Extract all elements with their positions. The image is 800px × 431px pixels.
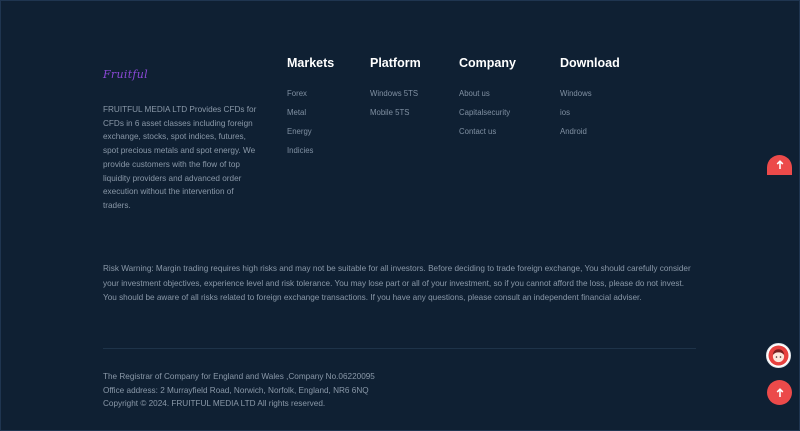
platform-link-mobile[interactable]: Mobile 5TS: [370, 103, 421, 122]
download-heading: Download: [560, 56, 620, 70]
registrar-text: The Registrar of Company for England and…: [103, 372, 375, 381]
customer-support-button[interactable]: [766, 343, 791, 368]
customer-support-avatar-icon: [768, 345, 789, 366]
company-heading: Company: [459, 56, 516, 70]
markets-link-indicies[interactable]: Indicies: [287, 141, 334, 160]
company-link-capitalsecurity[interactable]: Capitalsecurity: [459, 103, 516, 122]
company-column: Company About us Capitalsecurity Contact…: [459, 54, 516, 141]
scroll-top-button[interactable]: [767, 380, 792, 405]
brand-logo[interactable]: Fruitful: [103, 64, 263, 86]
markets-link-metal[interactable]: Metal: [287, 103, 334, 122]
platform-heading: Platform: [370, 56, 421, 70]
scroll-top-button-partial[interactable]: [767, 155, 792, 175]
markets-heading: Markets: [287, 56, 335, 70]
company-link-about[interactable]: About us: [459, 84, 516, 103]
company-link-contact[interactable]: Contact us: [459, 122, 516, 141]
legal-info: The Registrar of Company for England and…: [103, 370, 375, 411]
arrow-up-icon: [776, 387, 783, 397]
arrow-up-icon: [776, 160, 783, 169]
platform-link-windows[interactable]: Windows 5TS: [370, 84, 421, 103]
download-link-windows[interactable]: Windows: [560, 84, 620, 103]
footer-brand: Fruitful FRUITFUL MEDIA LTD Provides CFD…: [103, 64, 263, 213]
markets-column: Markets Forex Metal Energy Indicies: [287, 54, 334, 160]
download-column: Download Windows ios Android: [560, 54, 620, 141]
markets-link-forex[interactable]: Forex: [287, 84, 334, 103]
markets-link-energy[interactable]: Energy: [287, 122, 334, 141]
copyright-text: Copyright © 2024. FRUITFUL MEDIA LTD All…: [103, 399, 326, 408]
footer-divider: [103, 348, 696, 349]
risk-warning: Risk Warning: Margin trading requires hi…: [103, 264, 691, 302]
download-link-ios[interactable]: ios: [560, 103, 620, 122]
download-link-android[interactable]: Android: [560, 122, 620, 141]
brand-description: FRUITFUL MEDIA LTD Provides CFDs for CFD…: [103, 105, 257, 210]
platform-column: Platform Windows 5TS Mobile 5TS: [370, 54, 421, 122]
office-address: Office address: 2 Murrayfield Road, Norw…: [103, 385, 369, 395]
